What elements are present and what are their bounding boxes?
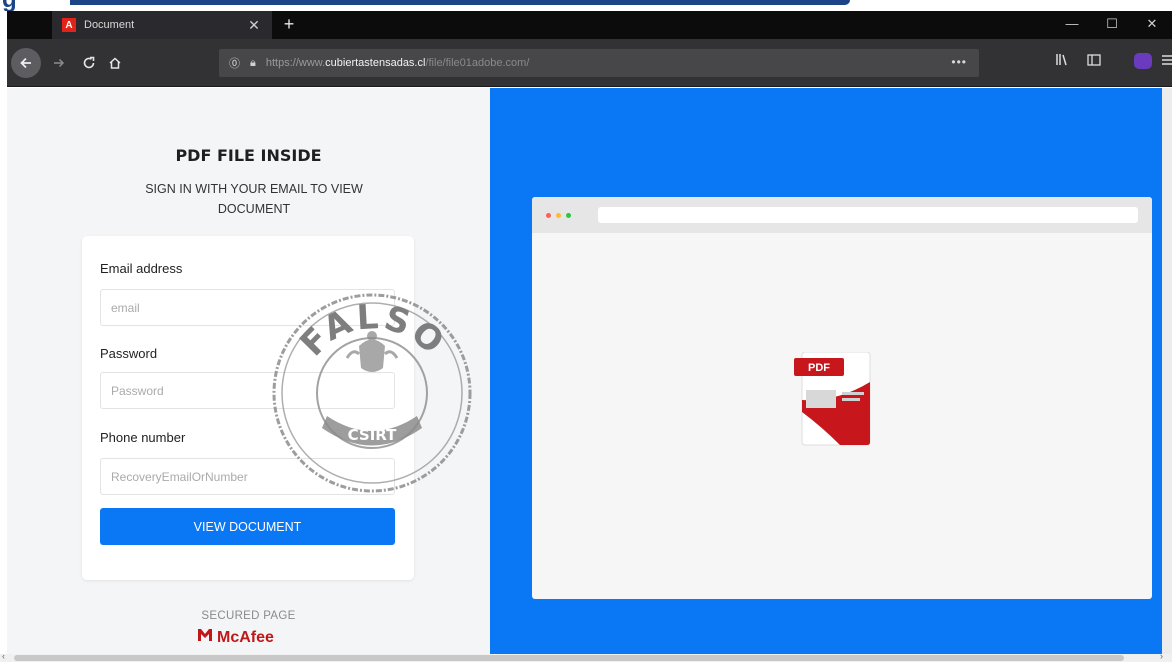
password-label: Password — [100, 346, 158, 361]
mock-close-dot — [546, 213, 551, 218]
email-label: Email address — [100, 261, 183, 276]
extension-icon[interactable] — [1134, 53, 1152, 69]
email-field[interactable] — [100, 289, 395, 326]
page-viewport: PDF FILE INSIDE SIGN IN WITH YOUR EMAIL … — [7, 88, 1172, 654]
horizontal-scrollbar[interactable]: ‹ › — [0, 651, 1172, 662]
url-path: /file/file01adobe.com/ — [425, 57, 530, 69]
browser-tab-bar: A Document ✕ + — ☐ ✕ — [7, 11, 1172, 39]
maximize-button[interactable]: ☐ — [1102, 16, 1122, 32]
forward-button[interactable] — [47, 51, 71, 75]
hamburger-menu-icon[interactable] — [1157, 53, 1172, 69]
close-window-button[interactable]: ✕ — [1142, 16, 1162, 32]
reload-button[interactable] — [77, 51, 101, 75]
view-document-button[interactable]: VIEW DOCUMENT — [100, 508, 395, 545]
library-icon[interactable] — [1052, 53, 1072, 69]
scroll-left-icon[interactable]: ‹ — [2, 651, 5, 661]
mcafee-shield-icon — [197, 628, 213, 647]
minimize-button[interactable]: — — [1062, 16, 1082, 31]
login-form-card: Email address Password Phone number VIEW… — [82, 236, 414, 580]
tab-close-icon[interactable]: ✕ — [246, 17, 262, 34]
lock-icon[interactable]: 🔒︎ — [250, 57, 256, 70]
slide-header-strip: g — [0, 0, 1172, 11]
home-button[interactable] — [103, 51, 127, 75]
phone-label: Phone number — [100, 430, 186, 445]
mcafee-brand-text: McAfee — [217, 628, 274, 646]
mcafee-logo: McAfee — [197, 628, 274, 647]
page-actions-button[interactable]: ••• — [951, 55, 967, 69]
preview-panel: PDF — [490, 88, 1172, 654]
password-field[interactable] — [100, 372, 395, 409]
pdf-badge-label: PDF — [808, 362, 830, 374]
page-subtitle: SIGN IN WITH YOUR EMAIL TO VIEW DOCUMENT — [145, 182, 363, 216]
login-panel: PDF FILE INSIDE SIGN IN WITH YOUR EMAIL … — [7, 88, 490, 654]
slide-title-fragment: g — [2, 0, 17, 11]
vertical-scrollbar[interactable] — [1162, 88, 1172, 654]
browser-nav-bar: ⓪ 🔒︎ https://www. cubiertastensadas.cl /… — [7, 39, 1172, 87]
address-bar[interactable]: ⓪ 🔒︎ https://www. cubiertastensadas.cl /… — [219, 49, 979, 77]
arrow-right-icon — [54, 58, 65, 68]
phone-field[interactable] — [100, 458, 395, 495]
page-title: PDF FILE INSIDE — [175, 146, 322, 165]
mock-minimize-dot — [556, 213, 561, 218]
scrollbar-thumb[interactable] — [14, 655, 1124, 661]
browser-tab[interactable]: A Document ✕ — [52, 11, 272, 39]
pdf-file-icon: PDF — [794, 352, 871, 446]
sidebar-icon[interactable] — [1084, 53, 1104, 69]
page-info-icon[interactable]: ⓪ — [229, 55, 240, 71]
mock-browser-toolbar — [532, 197, 1152, 233]
home-icon — [109, 57, 121, 69]
back-button[interactable] — [11, 48, 41, 78]
mock-browser-window: PDF — [532, 197, 1152, 599]
tab-title: Document — [84, 19, 135, 31]
mock-address-bar — [598, 207, 1138, 223]
url-domain: cubiertastensadas.cl — [325, 57, 426, 69]
arrow-left-icon — [20, 57, 31, 69]
scroll-right-icon[interactable]: › — [1160, 651, 1163, 661]
reload-icon — [83, 56, 95, 69]
mock-maximize-dot — [566, 213, 571, 218]
new-tab-button[interactable]: + — [279, 14, 299, 35]
slide-header-bar — [70, 0, 850, 5]
secured-page-label: SECURED PAGE — [201, 610, 296, 622]
url-scheme: https://www. — [265, 57, 326, 69]
adobe-favicon-icon: A — [62, 18, 76, 32]
